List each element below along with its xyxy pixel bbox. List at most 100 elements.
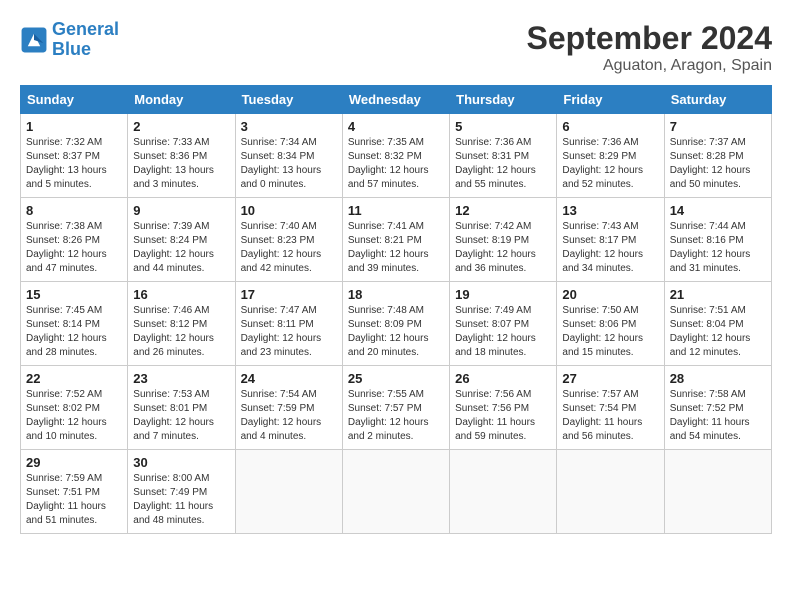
day-number: 20 bbox=[562, 287, 658, 302]
day-number: 23 bbox=[133, 371, 229, 386]
day-cell: 10 Sunrise: 7:40 AMSunset: 8:23 PMDayligh… bbox=[235, 198, 342, 282]
day-cell: 3 Sunrise: 7:34 AMSunset: 8:34 PMDaylight… bbox=[235, 114, 342, 198]
day-info: Sunrise: 7:42 AMSunset: 8:19 PMDaylight:… bbox=[455, 220, 551, 276]
day-number: 5 bbox=[455, 119, 551, 134]
day-cell: 28 Sunrise: 7:58 AMSunset: 7:52 PMDayligh… bbox=[664, 366, 771, 450]
day-cell: 19 Sunrise: 7:49 AMSunset: 8:07 PMDayligh… bbox=[450, 282, 557, 366]
day-number: 17 bbox=[241, 287, 337, 302]
day-cell: 14 Sunrise: 7:44 AMSunset: 8:16 PMDayligh… bbox=[664, 198, 771, 282]
logo-icon bbox=[20, 26, 48, 54]
day-number: 27 bbox=[562, 371, 658, 386]
day-number: 4 bbox=[348, 119, 444, 134]
header-cell-monday: Monday bbox=[128, 86, 235, 114]
location-title: Aguaton, Aragon, Spain bbox=[527, 57, 772, 75]
day-number: 13 bbox=[562, 203, 658, 218]
day-number: 1 bbox=[26, 119, 122, 134]
day-info: Sunrise: 7:57 AMSunset: 7:54 PMDaylight:… bbox=[562, 388, 658, 444]
day-info: Sunrise: 7:37 AMSunset: 8:28 PMDaylight:… bbox=[670, 136, 766, 192]
day-cell: 24 Sunrise: 7:54 AMSunset: 7:59 PMDayligh… bbox=[235, 366, 342, 450]
header-row: SundayMondayTuesdayWednesdayThursdayFrid… bbox=[21, 86, 772, 114]
day-cell: 16 Sunrise: 7:46 AMSunset: 8:12 PMDayligh… bbox=[128, 282, 235, 366]
day-number: 28 bbox=[670, 371, 766, 386]
day-cell: 12 Sunrise: 7:42 AMSunset: 8:19 PMDayligh… bbox=[450, 198, 557, 282]
day-number: 9 bbox=[133, 203, 229, 218]
day-info: Sunrise: 7:52 AMSunset: 8:02 PMDaylight:… bbox=[26, 388, 122, 444]
day-cell: 2 Sunrise: 7:33 AMSunset: 8:36 PMDaylight… bbox=[128, 114, 235, 198]
day-cell: 8 Sunrise: 7:38 AMSunset: 8:26 PMDaylight… bbox=[21, 198, 128, 282]
day-info: Sunrise: 7:48 AMSunset: 8:09 PMDaylight:… bbox=[348, 304, 444, 360]
header-cell-friday: Friday bbox=[557, 86, 664, 114]
day-number: 3 bbox=[241, 119, 337, 134]
day-cell: 6 Sunrise: 7:36 AMSunset: 8:29 PMDaylight… bbox=[557, 114, 664, 198]
day-info: Sunrise: 7:53 AMSunset: 8:01 PMDaylight:… bbox=[133, 388, 229, 444]
day-number: 14 bbox=[670, 203, 766, 218]
day-cell bbox=[235, 450, 342, 534]
day-number: 6 bbox=[562, 119, 658, 134]
day-info: Sunrise: 7:49 AMSunset: 8:07 PMDaylight:… bbox=[455, 304, 551, 360]
day-number: 16 bbox=[133, 287, 229, 302]
day-cell: 11Sunrise: 7:41 AMSunset: 8:21 PMDayligh… bbox=[342, 198, 449, 282]
day-cell: 29 Sunrise: 7:59 AMSunset: 7:51 PMDayligh… bbox=[21, 450, 128, 534]
day-number: 2 bbox=[133, 119, 229, 134]
day-info: Sunrise: 7:38 AMSunset: 8:26 PMDaylight:… bbox=[26, 220, 122, 276]
day-info: Sunrise: 7:35 AMSunset: 8:32 PMDaylight:… bbox=[348, 136, 444, 192]
day-cell: 25Sunrise: 7:55 AMSunset: 7:57 PMDayligh… bbox=[342, 366, 449, 450]
day-number: 29 bbox=[26, 455, 122, 470]
day-cell bbox=[664, 450, 771, 534]
header: General Blue September 2024 Aguaton, Ara… bbox=[20, 20, 772, 75]
day-cell: 9 Sunrise: 7:39 AMSunset: 8:24 PMDaylight… bbox=[128, 198, 235, 282]
day-cell: 22 Sunrise: 7:52 AMSunset: 8:02 PMDayligh… bbox=[21, 366, 128, 450]
week-row-2: 8 Sunrise: 7:38 AMSunset: 8:26 PMDaylight… bbox=[21, 198, 772, 282]
day-cell: 30Sunrise: 8:00 AMSunset: 7:49 PMDayligh… bbox=[128, 450, 235, 534]
logo-text: General Blue bbox=[52, 20, 119, 60]
week-row-3: 15Sunrise: 7:45 AMSunset: 8:14 PMDayligh… bbox=[21, 282, 772, 366]
day-number: 22 bbox=[26, 371, 122, 386]
day-number: 21 bbox=[670, 287, 766, 302]
day-cell: 15Sunrise: 7:45 AMSunset: 8:14 PMDayligh… bbox=[21, 282, 128, 366]
day-number: 26 bbox=[455, 371, 551, 386]
day-number: 30 bbox=[133, 455, 229, 470]
day-cell bbox=[557, 450, 664, 534]
day-info: Sunrise: 7:50 AMSunset: 8:06 PMDaylight:… bbox=[562, 304, 658, 360]
day-cell: 23 Sunrise: 7:53 AMSunset: 8:01 PMDayligh… bbox=[128, 366, 235, 450]
day-cell: 5 Sunrise: 7:36 AMSunset: 8:31 PMDaylight… bbox=[450, 114, 557, 198]
title-area: September 2024 Aguaton, Aragon, Spain bbox=[527, 20, 772, 75]
day-info: Sunrise: 7:47 AMSunset: 8:11 PMDaylight:… bbox=[241, 304, 337, 360]
header-cell-thursday: Thursday bbox=[450, 86, 557, 114]
day-cell: 27 Sunrise: 7:57 AMSunset: 7:54 PMDayligh… bbox=[557, 366, 664, 450]
day-number: 12 bbox=[455, 203, 551, 218]
header-cell-saturday: Saturday bbox=[664, 86, 771, 114]
day-info: Sunrise: 7:34 AMSunset: 8:34 PMDaylight:… bbox=[241, 136, 337, 192]
day-number: 19 bbox=[455, 287, 551, 302]
day-number: 10 bbox=[241, 203, 337, 218]
day-info: Sunrise: 7:36 AMSunset: 8:31 PMDaylight:… bbox=[455, 136, 551, 192]
day-info: Sunrise: 7:43 AMSunset: 8:17 PMDaylight:… bbox=[562, 220, 658, 276]
day-cell: 21 Sunrise: 7:51 AMSunset: 8:04 PMDayligh… bbox=[664, 282, 771, 366]
day-info: Sunrise: 7:46 AMSunset: 8:12 PMDaylight:… bbox=[133, 304, 229, 360]
week-row-5: 29 Sunrise: 7:59 AMSunset: 7:51 PMDayligh… bbox=[21, 450, 772, 534]
day-number: 15 bbox=[26, 287, 122, 302]
day-cell: 26Sunrise: 7:56 AMSunset: 7:56 PMDayligh… bbox=[450, 366, 557, 450]
day-cell: 4 Sunrise: 7:35 AMSunset: 8:32 PMDaylight… bbox=[342, 114, 449, 198]
day-info: Sunrise: 7:39 AMSunset: 8:24 PMDaylight:… bbox=[133, 220, 229, 276]
logo: General Blue bbox=[20, 20, 119, 60]
day-number: 8 bbox=[26, 203, 122, 218]
day-cell: 1 Sunrise: 7:32 AMSunset: 8:37 PMDaylight… bbox=[21, 114, 128, 198]
day-info: Sunrise: 7:32 AMSunset: 8:37 PMDaylight:… bbox=[26, 136, 122, 192]
day-number: 24 bbox=[241, 371, 337, 386]
calendar-table: SundayMondayTuesdayWednesdayThursdayFrid… bbox=[20, 85, 772, 534]
day-info: Sunrise: 7:59 AMSunset: 7:51 PMDaylight:… bbox=[26, 472, 122, 528]
day-info: Sunrise: 7:44 AMSunset: 8:16 PMDaylight:… bbox=[670, 220, 766, 276]
day-number: 11 bbox=[348, 203, 444, 218]
day-info: Sunrise: 7:36 AMSunset: 8:29 PMDaylight:… bbox=[562, 136, 658, 192]
day-info: Sunrise: 7:54 AMSunset: 7:59 PMDaylight:… bbox=[241, 388, 337, 444]
day-info: Sunrise: 7:40 AMSunset: 8:23 PMDaylight:… bbox=[241, 220, 337, 276]
day-cell: 20 Sunrise: 7:50 AMSunset: 8:06 PMDayligh… bbox=[557, 282, 664, 366]
day-info: Sunrise: 7:51 AMSunset: 8:04 PMDaylight:… bbox=[670, 304, 766, 360]
day-number: 18 bbox=[348, 287, 444, 302]
day-info: Sunrise: 7:33 AMSunset: 8:36 PMDaylight:… bbox=[133, 136, 229, 192]
day-cell: 17 Sunrise: 7:47 AMSunset: 8:11 PMDayligh… bbox=[235, 282, 342, 366]
header-cell-tuesday: Tuesday bbox=[235, 86, 342, 114]
day-cell bbox=[342, 450, 449, 534]
day-info: Sunrise: 7:58 AMSunset: 7:52 PMDaylight:… bbox=[670, 388, 766, 444]
